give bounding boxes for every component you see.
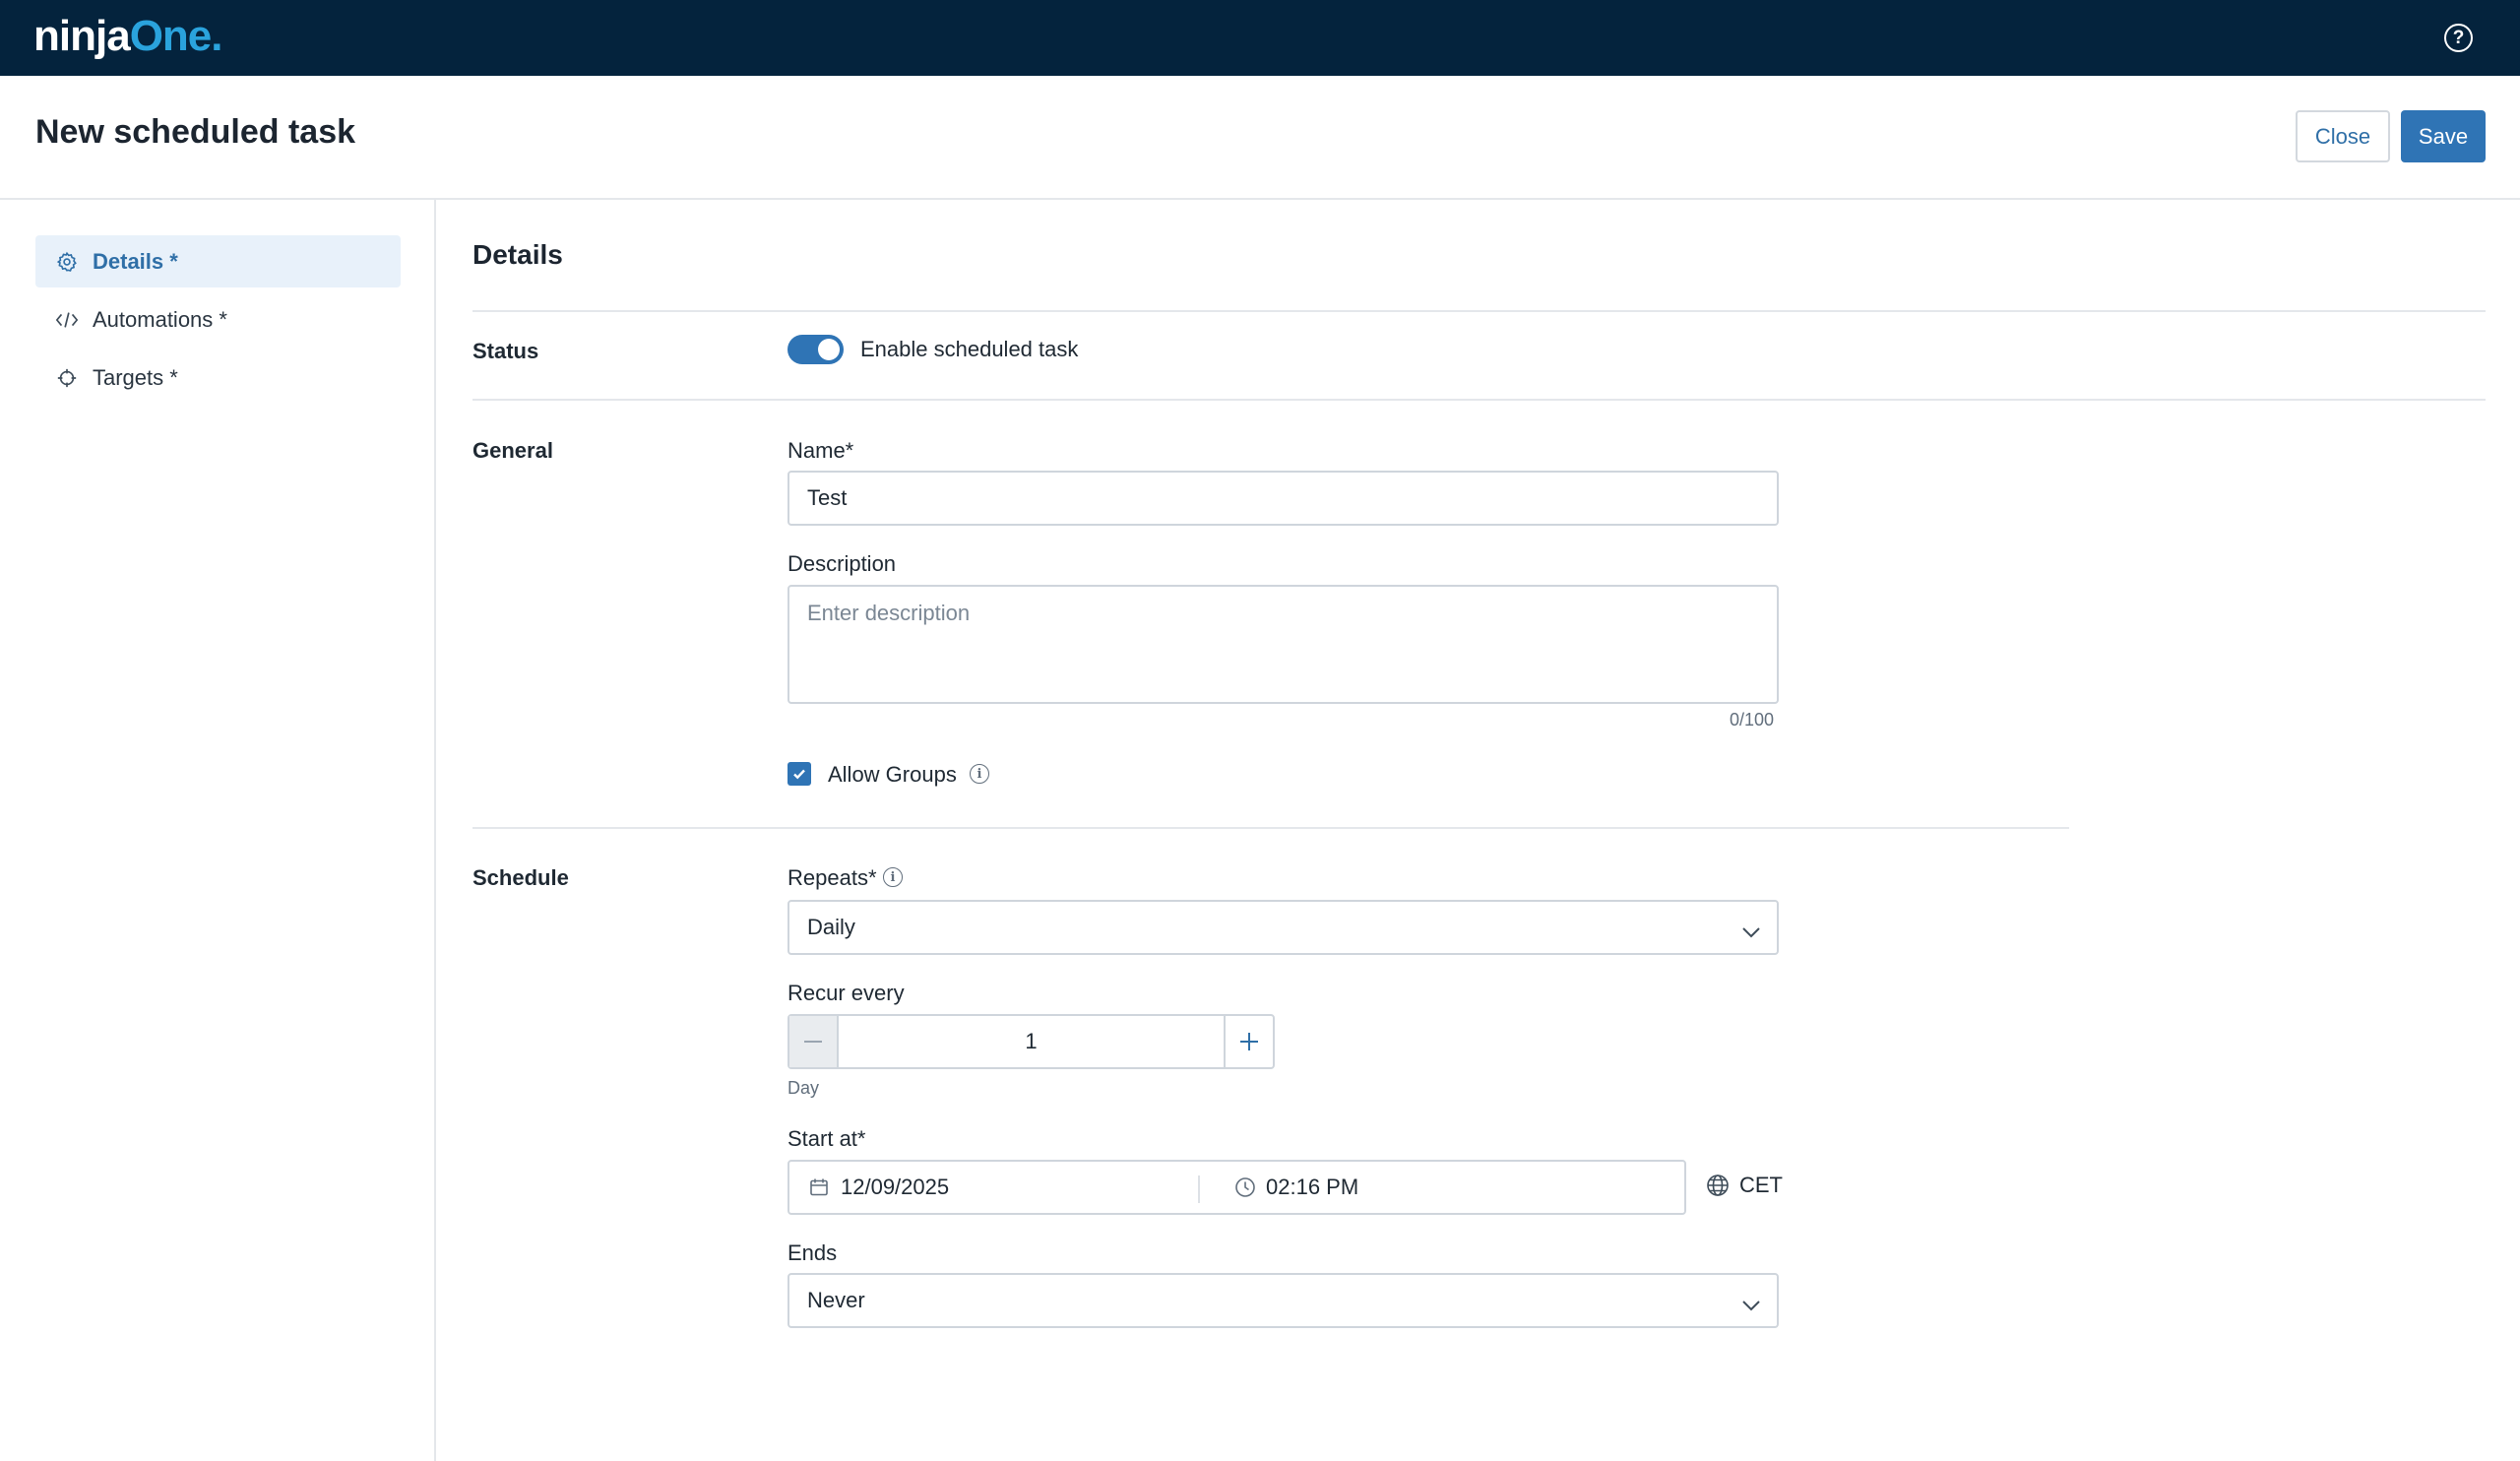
details-content: Details Status Enable scheduled task Gen… xyxy=(438,200,2520,1461)
section-title: Details xyxy=(472,239,563,270)
info-icon[interactable]: i xyxy=(970,764,989,784)
top-bar: ninjaOne. ? xyxy=(0,0,2520,76)
start-time-field[interactable]: 02:16 PM xyxy=(1234,1162,1358,1213)
repeats-value: Daily xyxy=(807,915,855,939)
recur-value[interactable]: 1 xyxy=(841,1016,1222,1067)
save-button[interactable]: Save xyxy=(2401,110,2486,162)
ends-select[interactable]: Never xyxy=(788,1273,1779,1328)
repeats-select[interactable]: Daily xyxy=(788,900,1779,955)
clock-icon xyxy=(1234,1176,1256,1198)
chevron-down-icon xyxy=(1741,920,1761,945)
divider xyxy=(472,310,2486,312)
code-icon xyxy=(55,308,79,332)
calendar-icon xyxy=(809,1177,829,1197)
enable-task-toggle[interactable] xyxy=(788,335,844,364)
repeats-label: Repeats* xyxy=(788,865,877,890)
enable-task-label: Enable scheduled task xyxy=(860,337,1079,361)
sidebar: Details * Automations * Targets * xyxy=(0,200,436,1461)
globe-icon xyxy=(1706,1174,1730,1197)
name-label: Name* xyxy=(788,438,854,463)
start-datetime: 12/09/2025 02:16 PM xyxy=(788,1160,1686,1215)
description-counter: 0/100 xyxy=(1730,710,1775,730)
description-textarea[interactable] xyxy=(788,585,1779,704)
increment-button[interactable] xyxy=(1224,1016,1273,1067)
ends-value: Never xyxy=(807,1288,865,1312)
page-header: New scheduled task Close Save xyxy=(0,76,2520,200)
description-label: Description xyxy=(788,551,897,576)
gear-icon xyxy=(55,250,79,274)
ninjaone-logo[interactable]: ninjaOne. xyxy=(33,12,223,61)
sidebar-item-label: Targets * xyxy=(93,364,178,390)
allow-groups-label: Allow Groups xyxy=(828,762,957,787)
divider xyxy=(472,399,2486,401)
status-label: Status xyxy=(472,339,539,363)
recur-label: Recur every xyxy=(788,981,905,1005)
timezone-selector[interactable]: CET xyxy=(1706,1173,1783,1198)
close-button[interactable]: Close xyxy=(2296,110,2390,162)
sidebar-item-automations[interactable]: Automations * xyxy=(35,293,401,346)
recur-unit: Day xyxy=(788,1078,820,1098)
info-icon[interactable]: i xyxy=(883,867,903,887)
start-date-field[interactable]: 12/09/2025 xyxy=(809,1162,949,1213)
ends-label: Ends xyxy=(788,1240,838,1265)
sidebar-item-label: Details * xyxy=(93,248,178,274)
recur-stepper: 1 xyxy=(788,1014,1275,1069)
timezone-value: CET xyxy=(1739,1173,1783,1197)
help-icon[interactable]: ? xyxy=(2444,24,2473,52)
start-label: Start at* xyxy=(788,1126,866,1151)
sidebar-item-details[interactable]: Details * xyxy=(35,235,401,287)
crosshair-icon xyxy=(55,366,79,390)
schedule-label: Schedule xyxy=(472,865,569,890)
decrement-button[interactable] xyxy=(789,1016,839,1067)
sidebar-item-label: Automations * xyxy=(93,306,227,332)
sidebar-item-targets[interactable]: Targets * xyxy=(35,351,401,404)
allow-groups-checkbox[interactable] xyxy=(788,762,811,786)
page-title: New scheduled task xyxy=(35,113,356,151)
general-label: General xyxy=(472,438,553,463)
chevron-down-icon xyxy=(1741,1293,1761,1318)
divider xyxy=(1198,1175,1200,1203)
name-input[interactable]: Test xyxy=(788,471,1779,526)
divider xyxy=(472,827,2069,829)
